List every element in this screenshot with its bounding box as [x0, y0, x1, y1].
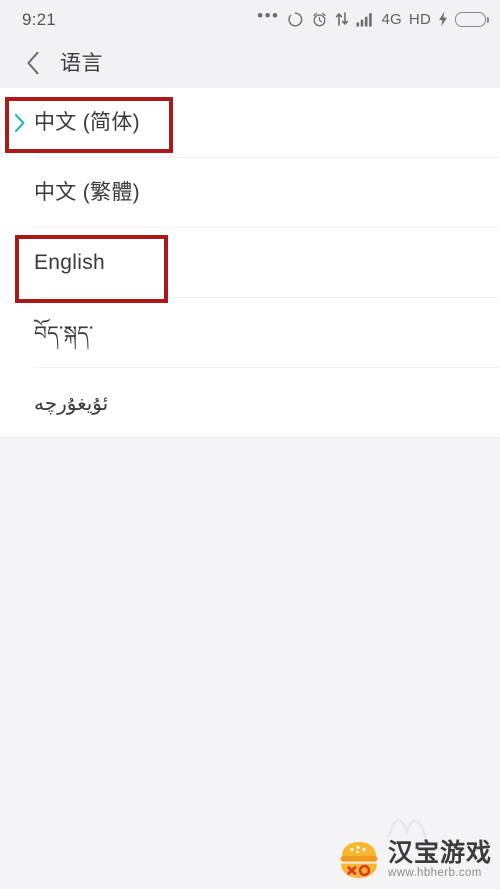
arc-mark-icon [387, 819, 427, 838]
phone-screen: 9:21 ••• 4G HD 语言 中文 (简体) 中文 (繁體) Englis… [0, 0, 500, 889]
page-title: 语言 [60, 51, 103, 75]
language-list: 中文 (简体) 中文 (繁體) English བོད་སྐད་ ئۇيغۇرچ… [0, 88, 500, 438]
language-item-chinese-traditional[interactable]: 中文 (繁體) [0, 158, 500, 228]
watermark-url: www.hbherb.com [387, 867, 482, 880]
list-divider [0, 437, 500, 438]
battery-icon [455, 11, 489, 27]
language-item-label: བོད་སྐད་ [34, 320, 94, 345]
status-icon-tray: ••• 4G HD [257, 7, 489, 28]
watermark-text: 汉宝游戏 www.hbherb.com [388, 840, 492, 880]
status-clock: 9:21 [22, 9, 56, 29]
back-button[interactable] [18, 48, 48, 78]
sync-circle-icon [287, 11, 304, 28]
network-type-label: 4G [381, 10, 402, 28]
signal-bars-icon [356, 12, 375, 27]
watermark-title: 汉宝游戏 [387, 839, 492, 868]
language-item-chinese-simplified[interactable]: 中文 (简体) [0, 88, 500, 158]
language-item-label: English [34, 250, 105, 274]
alarm-clock-icon [311, 11, 328, 28]
chevron-right-icon [14, 113, 26, 133]
data-transfer-icon [335, 11, 349, 27]
status-bar: 9:21 ••• 4G HD [0, 0, 500, 38]
more-dots-icon: ••• [257, 5, 280, 25]
language-item-tibetan[interactable]: བོད་སྐད་ [0, 298, 500, 368]
watermark: 汉宝游戏 www.hbherb.com [336, 837, 492, 883]
app-bar: 语言 [0, 38, 500, 88]
language-item-label: 中文 (繁體) [34, 180, 140, 204]
chevron-left-icon [26, 51, 40, 75]
charging-bolt-icon [438, 11, 448, 27]
language-item-label: 中文 (简体) [34, 110, 140, 134]
language-item-label: ئۇيغۇرچە [34, 390, 109, 415]
burger-logo-icon [336, 837, 382, 883]
hd-voice-label: HD [408, 10, 431, 28]
language-item-uyghur[interactable]: ئۇيغۇرچە [0, 368, 500, 438]
language-item-english[interactable]: English [0, 228, 500, 298]
